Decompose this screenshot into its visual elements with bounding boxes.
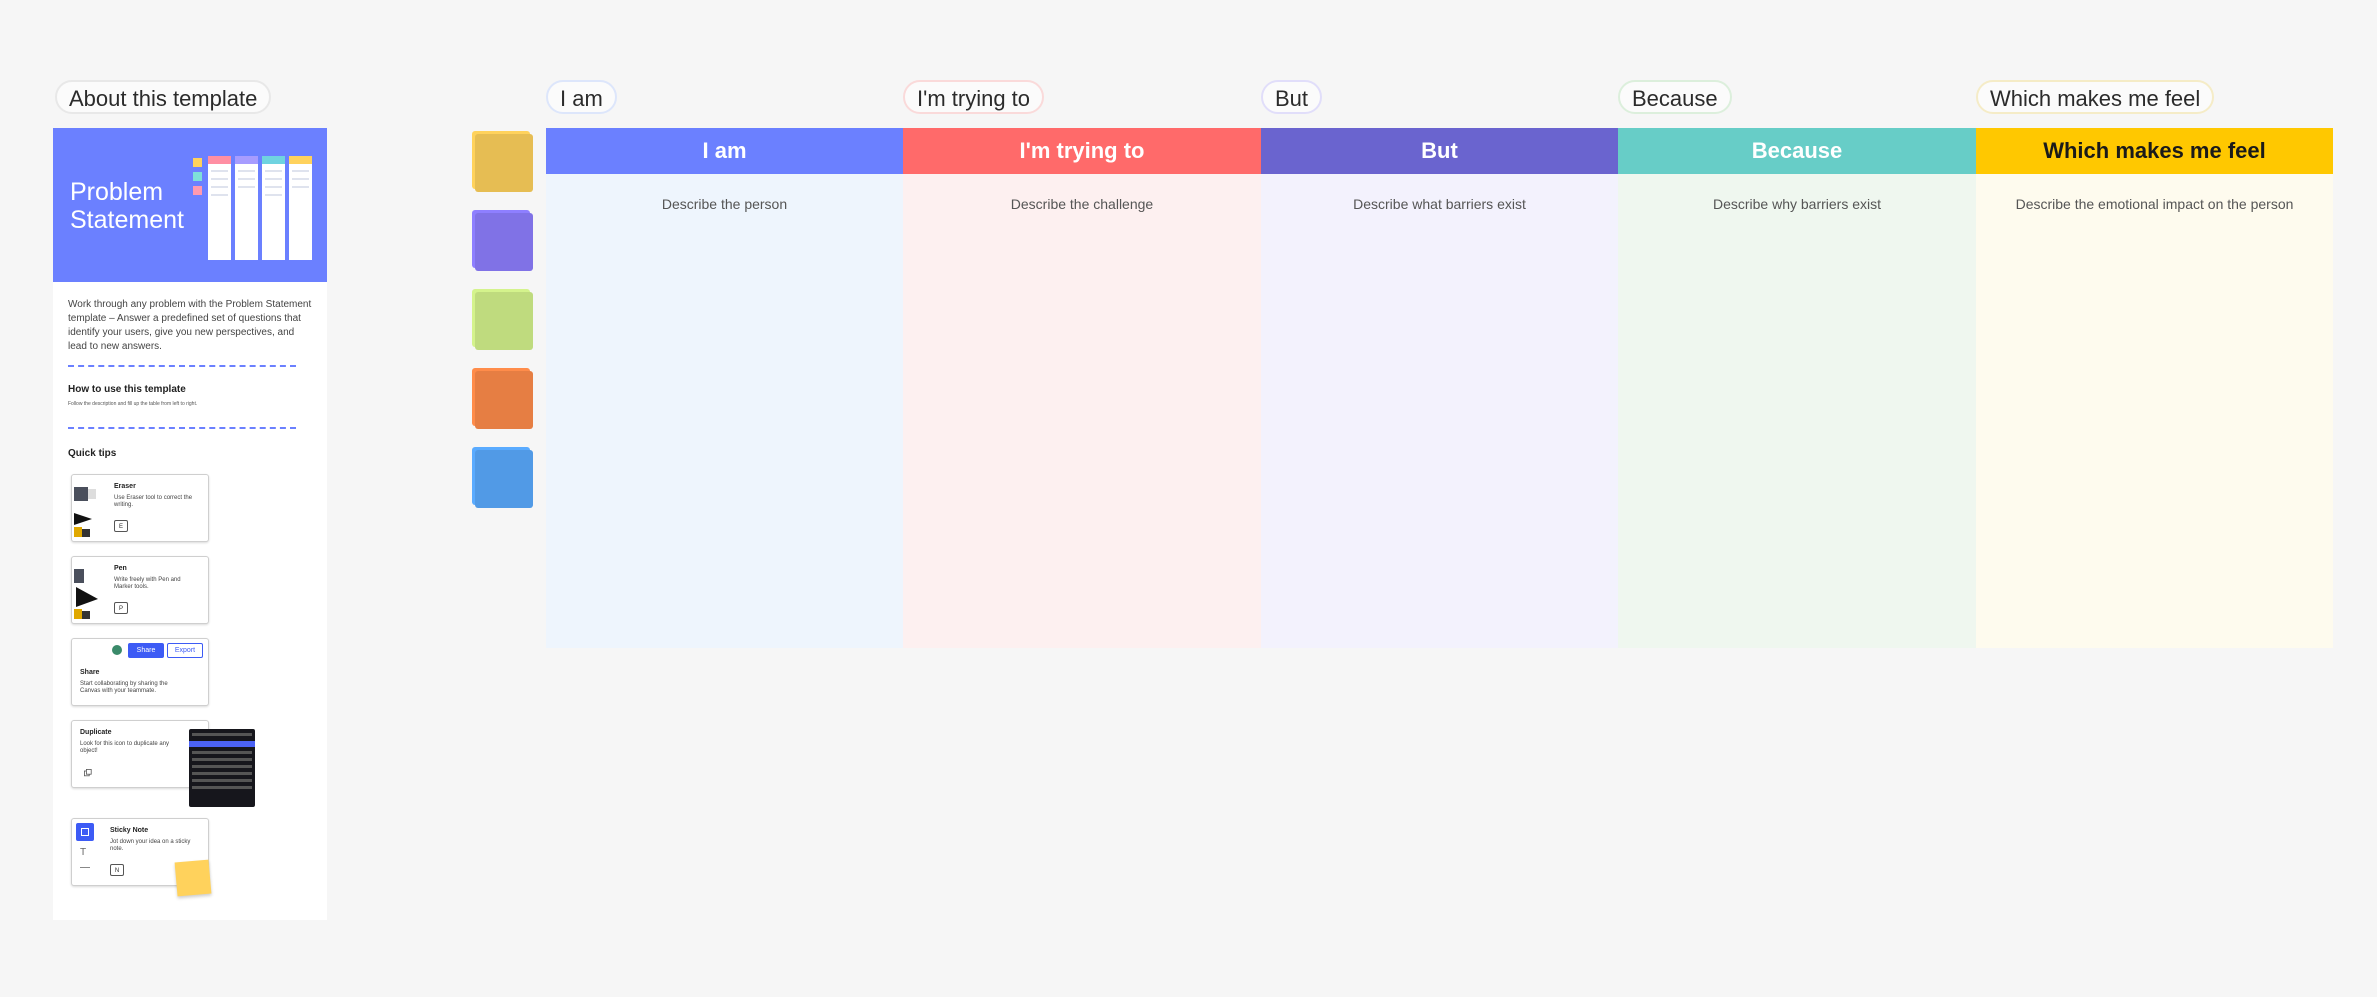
context-menu-preview <box>189 729 255 807</box>
how-to-text: Follow the description and fill up the t… <box>68 401 198 407</box>
hero-thumbnail-square <box>193 158 202 167</box>
tip-card-sticky-note: T Sticky Note Jot down your idea on a st… <box>71 818 212 897</box>
column-header: Which makes me feel <box>1976 128 2333 174</box>
tip-title: Pen <box>114 565 127 572</box>
about-template-label: About this template <box>55 80 272 114</box>
hero-thumbnail-column <box>289 156 312 260</box>
tip-card-duplicate: Duplicate Look for this icon to duplicat… <box>71 720 255 807</box>
quick-tips-title: Quick tips <box>68 448 117 459</box>
column-description: Describe the person <box>661 196 788 212</box>
divider <box>68 365 296 367</box>
sticky-note-3[interactable] <box>472 289 530 347</box>
board-column[interactable]: I am Describe the person <box>546 128 903 648</box>
column-description: Describe what barriers exist <box>1353 196 1526 212</box>
tip-text: Write freely with Pen and Marker tools. <box>114 577 181 590</box>
sticky-note-preview <box>174 859 212 897</box>
column-tag[interactable]: I'm trying to <box>903 80 1045 114</box>
tip-card-eraser: Eraser Use Eraser tool to correct the wr… <box>71 474 209 542</box>
column-header: I am <box>546 128 903 174</box>
column-tag[interactable]: I am <box>546 80 617 114</box>
board-column[interactable]: Which makes me feel Describe the emotiona… <box>1976 128 2333 648</box>
duplicate-icon <box>84 769 92 777</box>
shortcut-key: N <box>110 864 124 876</box>
shortcut-key: E <box>114 520 128 532</box>
column-tag[interactable]: Because <box>1618 80 1732 114</box>
hero-thumbnail-square <box>193 172 202 181</box>
tip-text: Use Eraser tool to correct the writing. <box>114 495 193 508</box>
sticky-note-icon <box>76 823 94 841</box>
eraser-icon <box>74 487 96 537</box>
tip-text: Start collaborating by sharing the Canva… <box>80 681 168 694</box>
sticky-note-5[interactable] <box>472 447 530 505</box>
column-description: Describe why barriers exist <box>1712 196 1882 212</box>
hero-thumbnail-column <box>208 156 231 260</box>
tip-title: Eraser <box>114 483 136 490</box>
tip-title: Share <box>80 669 100 676</box>
how-to-title: How to use this template <box>68 384 186 395</box>
sticky-note-1[interactable] <box>472 131 530 189</box>
sticky-note-2[interactable] <box>472 210 530 268</box>
column-description: Describe the challenge <box>1010 196 1154 212</box>
hero-thumbnail-column <box>262 156 285 260</box>
hero-title: Problem Statement <box>70 178 184 234</box>
template-description: Work through any problem with the Proble… <box>68 299 312 352</box>
column-header: I'm trying to <box>903 128 1261 174</box>
shortcut-key: P <box>114 602 128 614</box>
export-button[interactable]: Export <box>167 643 203 658</box>
board-column[interactable]: But Describe what barriers exist <box>1261 128 1618 648</box>
divider <box>68 427 296 429</box>
share-button[interactable]: Share <box>128 643 164 658</box>
pen-icon <box>74 569 98 619</box>
hero-title-line1: Problem <box>70 178 164 206</box>
column-header: But <box>1261 128 1618 174</box>
hero-thumbnail-square <box>193 186 202 195</box>
column-tag[interactable]: But <box>1261 80 1323 114</box>
tip-title: Duplicate <box>80 729 112 736</box>
hero-title-line2: Statement <box>70 206 184 234</box>
board-column[interactable]: Because Describe why barriers exist <box>1618 128 1976 648</box>
template-hero: Problem Statement <box>53 128 327 282</box>
avatar <box>112 645 122 655</box>
sticky-note-4[interactable] <box>472 368 530 426</box>
tip-text: Jot down your idea on a sticky note. <box>110 839 191 852</box>
tip-card-share: Share Export Share Start collaborating b… <box>71 638 209 706</box>
column-description: Describe the emotional impact on the per… <box>2015 196 2294 212</box>
tip-title: Sticky Note <box>110 827 149 834</box>
hero-thumbnail-column <box>235 156 258 260</box>
column-tag[interactable]: Which makes me feel <box>1976 80 2215 114</box>
tip-text: Look for this icon to duplicate any obje… <box>80 741 170 754</box>
column-header: Because <box>1618 128 1976 174</box>
template-info-panel: Problem Statement Work through any probl… <box>53 128 327 920</box>
board-column[interactable]: I'm trying to Describe the challenge <box>903 128 1261 648</box>
text-tool-icon: T <box>80 847 87 858</box>
more-tools-icon <box>80 867 90 868</box>
tip-card-pen: Pen Write freely with Pen and Marker too… <box>71 556 209 624</box>
